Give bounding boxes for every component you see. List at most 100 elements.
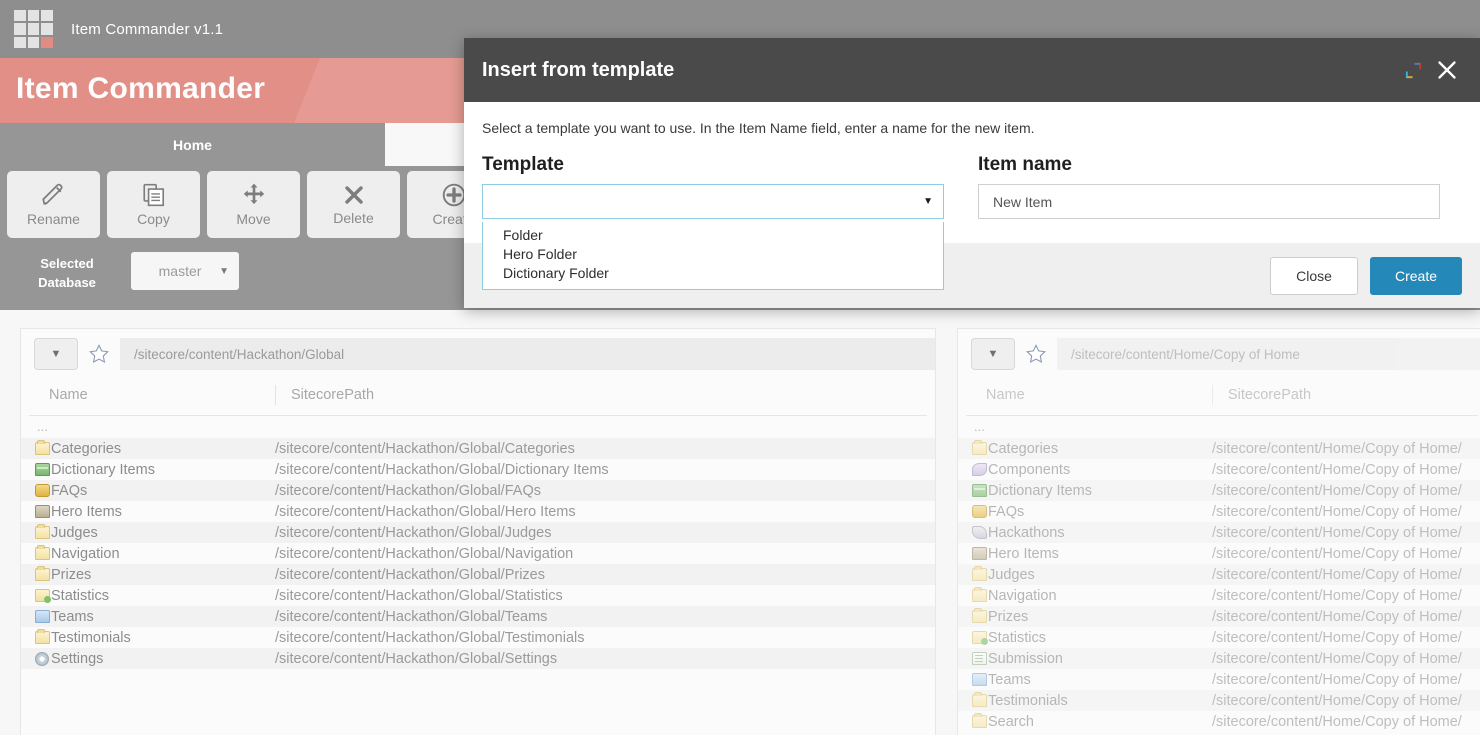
move-button[interactable]: Move: [207, 171, 300, 238]
template-option[interactable]: Dictionary Folder: [483, 264, 943, 283]
table-row[interactable]: Hero Items/sitecore/content/Home/Copy of…: [958, 543, 1480, 564]
right-col-name[interactable]: Name: [958, 387, 1212, 403]
template-field: Template ▼ Folder Hero Folder Dictionary F…: [482, 154, 944, 290]
item-name-input[interactable]: New Item: [978, 184, 1440, 219]
row-path: /sitecore/content/Home/Copy of Home/: [1212, 545, 1462, 562]
table-row[interactable]: Judges/sitecore/content/Home/Copy of Hom…: [958, 564, 1480, 585]
close-button[interactable]: Close: [1270, 256, 1358, 295]
move-arrows-icon: [241, 182, 267, 208]
left-column-headers: Name SitecorePath: [21, 379, 935, 411]
row-name: Settings: [51, 650, 104, 667]
table-row[interactable]: Prizes/sitecore/content/Home/Copy of Hom…: [958, 606, 1480, 627]
caret-down-icon: ▼: [50, 348, 62, 360]
table-row[interactable]: Dictionary Items/sitecore/content/Home/C…: [958, 480, 1480, 501]
table-row[interactable]: Navigation/sitecore/content/Home/Copy of…: [958, 585, 1480, 606]
table-row[interactable]: Testimonials/sitecore/content/Home/Copy …: [958, 690, 1480, 711]
table-row[interactable]: FAQs/sitecore/content/Home/Copy of Home/: [958, 501, 1480, 522]
hackathon-icon: [958, 526, 988, 539]
table-row[interactable]: Prizes/sitecore/content/Hackathon/Global…: [21, 564, 935, 585]
folder-icon: [21, 440, 51, 455]
gear-icon: [21, 651, 51, 666]
row-path: /sitecore/content/Home/Copy of Home/: [1212, 671, 1462, 688]
close-icon[interactable]: [1430, 53, 1464, 87]
right-col-path[interactable]: SitecorePath: [1212, 385, 1311, 405]
row-name: Hackathons: [988, 524, 1065, 541]
folder-icon: [958, 587, 988, 602]
row-path: /sitecore/content/Home/Copy of Home/: [1212, 650, 1462, 667]
left-favorite-button[interactable]: [86, 343, 112, 365]
right-header-divider: [966, 415, 1478, 416]
caret-down-icon: ▼: [987, 348, 999, 360]
row-path: /sitecore/content/Home/Copy of Home/: [1212, 692, 1462, 709]
table-row[interactable]: Settings/sitecore/content/Hackathon/Glob…: [21, 648, 935, 669]
create-confirm-button[interactable]: Create: [1370, 256, 1462, 295]
row-name: Teams: [988, 671, 1031, 688]
table-row[interactable]: Teams/sitecore/content/Hackathon/Global/…: [21, 606, 935, 627]
books-icon: [21, 463, 51, 476]
row-name: Judges: [988, 566, 1035, 583]
window-title: Item Commander v1.1: [71, 20, 224, 38]
delete-label: Delete: [333, 210, 374, 226]
left-header-divider: [29, 415, 927, 416]
rename-button[interactable]: Rename: [7, 171, 100, 238]
row-path: /sitecore/content/Home/Copy of Home/: [1212, 503, 1462, 520]
table-row[interactable]: Categories/sitecore/content/Home/Copy of…: [958, 438, 1480, 459]
row-path: /sitecore/content/Hackathon/Global/Stati…: [275, 587, 563, 604]
cross-icon: [342, 183, 366, 207]
tab-home[interactable]: Home: [0, 123, 385, 167]
star-icon: [89, 344, 109, 363]
row-path: /sitecore/content/Hackathon/Global/Setti…: [275, 650, 558, 667]
table-row[interactable]: Judges/sitecore/content/Hackathon/Global…: [21, 522, 935, 543]
right-path-input[interactable]: /sitecore/content/Home/Copy of Home: [1057, 338, 1480, 370]
row-name: FAQs: [51, 482, 88, 499]
right-history-dropdown[interactable]: ▼: [971, 338, 1015, 370]
component-icon: [958, 463, 988, 476]
table-row[interactable]: FAQs/sitecore/content/Hackathon/Global/F…: [21, 480, 935, 501]
right-favorite-button[interactable]: [1023, 343, 1049, 365]
table-row[interactable]: Testimonials/sitecore/content/Hackathon/…: [21, 627, 935, 648]
left-parent-row[interactable]: ...: [21, 420, 935, 438]
template-select[interactable]: ▼: [482, 184, 944, 219]
row-name: Navigation: [988, 587, 1057, 604]
move-label: Move: [236, 211, 271, 227]
left-path-input[interactable]: /sitecore/content/Hackathon/Global: [120, 338, 935, 370]
table-row[interactable]: Hackathons/sitecore/content/Home/Copy of…: [958, 522, 1480, 543]
copy-icon: [141, 182, 167, 208]
table-row[interactable]: Hero Items/sitecore/content/Hackathon/Gl…: [21, 501, 935, 522]
row-name: Hero Items: [988, 545, 1059, 562]
template-options-list[interactable]: Folder Hero Folder Dictionary Folder: [482, 222, 944, 290]
template-option[interactable]: Hero Folder: [483, 245, 943, 264]
copy-button[interactable]: Copy: [107, 171, 200, 238]
row-name: FAQs: [988, 503, 1025, 520]
row-path: /sitecore/content/Home/Copy of Home/: [1212, 608, 1462, 625]
row-path: /sitecore/content/Home/Copy of Home/: [1212, 524, 1462, 541]
table-row[interactable]: Dictionary Items/sitecore/content/Hackat…: [21, 459, 935, 480]
left-panel: ▼ /sitecore/content/Hackathon/Global Nam…: [20, 328, 936, 735]
table-row[interactable]: Search/sitecore/content/Home/Copy of Hom…: [958, 711, 1480, 732]
table-row[interactable]: Navigation/sitecore/content/Hackathon/Gl…: [21, 543, 935, 564]
table-row[interactable]: Statistics/sitecore/content/Home/Copy of…: [958, 627, 1480, 648]
row-name: Hero Items: [51, 503, 122, 520]
teams-icon: [21, 610, 51, 623]
delete-button[interactable]: Delete: [307, 171, 400, 238]
restore-window-icon[interactable]: [1396, 53, 1430, 87]
right-panel: ▼ /sitecore/content/Home/Copy of Home Na…: [957, 328, 1480, 735]
table-row[interactable]: Components/sitecore/content/Home/Copy of…: [958, 459, 1480, 480]
table-row[interactable]: Submission/sitecore/content/Home/Copy of…: [958, 648, 1480, 669]
template-option[interactable]: Folder: [483, 226, 943, 245]
row-path: /sitecore/content/Hackathon/Global/Dicti…: [275, 461, 609, 478]
table-row[interactable]: Statistics/sitecore/content/Hackathon/Gl…: [21, 585, 935, 606]
database-select[interactable]: master ▼: [131, 252, 239, 290]
row-path: /sitecore/content/Hackathon/Global/Prize…: [275, 566, 545, 583]
right-parent-row[interactable]: ...: [958, 420, 1480, 438]
left-rows: ... Categories/sitecore/content/Hackatho…: [21, 420, 935, 735]
row-path: /sitecore/content/Hackathon/Global/FAQs: [275, 482, 541, 499]
row-path: /sitecore/content/Hackathon/Global/Navig…: [275, 545, 574, 562]
left-history-dropdown[interactable]: ▼: [34, 338, 78, 370]
left-col-name[interactable]: Name: [21, 387, 275, 403]
table-row[interactable]: Teams/sitecore/content/Home/Copy of Home…: [958, 669, 1480, 690]
left-col-path[interactable]: SitecorePath: [275, 385, 374, 405]
table-row[interactable]: Categories/sitecore/content/Hackathon/Gl…: [21, 438, 935, 459]
folder-icon: [21, 629, 51, 644]
pencil-icon: [41, 182, 67, 208]
